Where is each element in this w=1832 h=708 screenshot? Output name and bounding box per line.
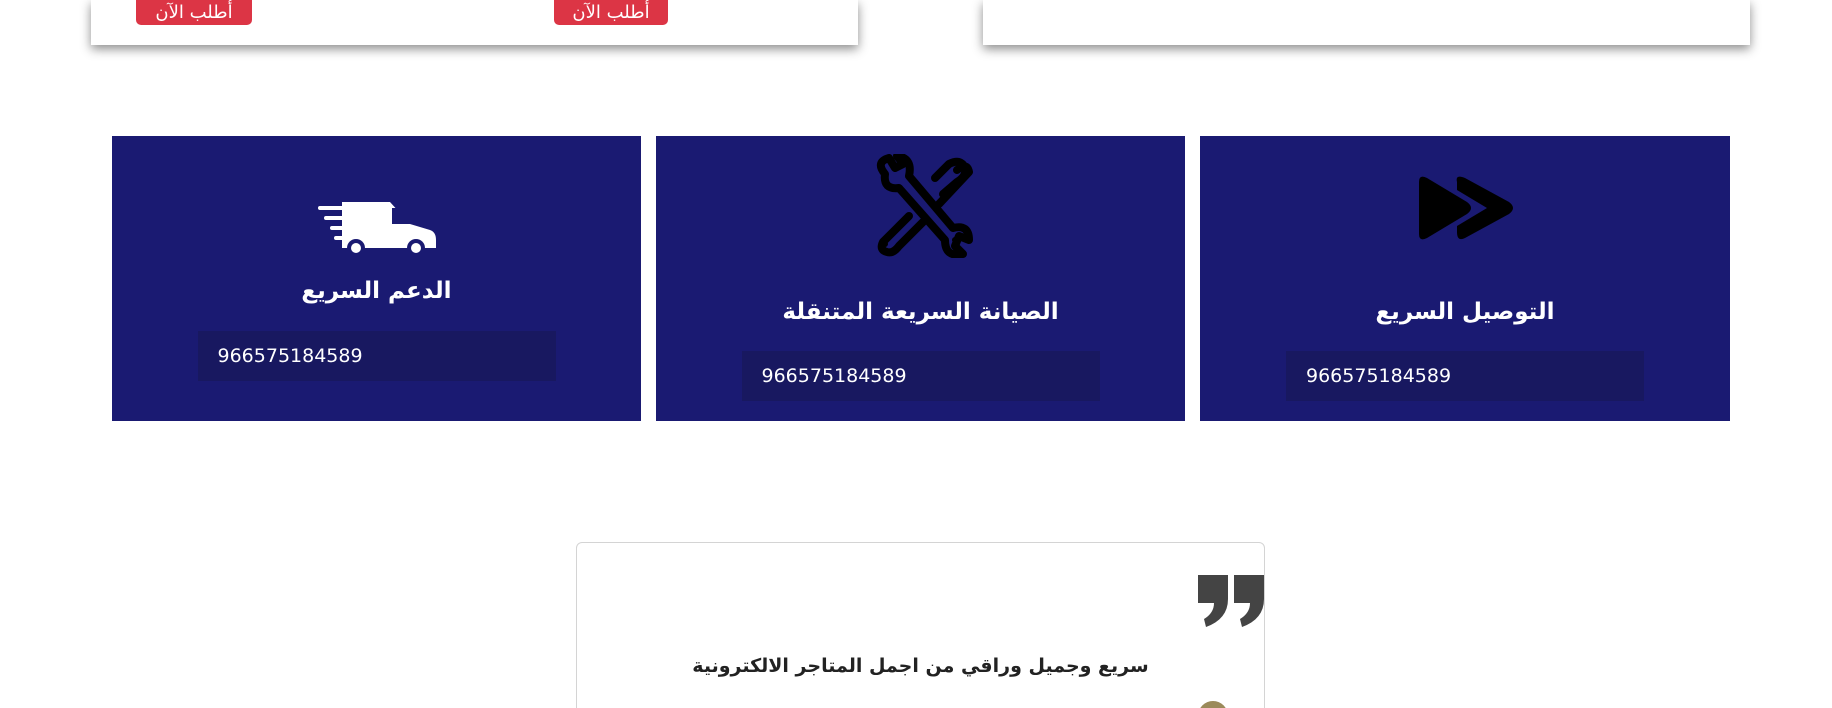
order-now-button[interactable]: أطلب الآن — [554, 0, 668, 25]
order-now-button[interactable]: أطلب الآن — [136, 0, 252, 25]
testimonial-text: سريع وجميل وراقي من اجمل المتاجر الالكتر… — [692, 655, 1149, 677]
product-card — [983, 0, 1750, 45]
service-title: الدعم السريع — [301, 278, 452, 304]
service-box-delivery: التوصيل السريع 966575184589 — [1200, 136, 1730, 421]
product-card: أطلب الآن أطلب الآن — [91, 0, 858, 45]
service-title: الصيانة السريعة المتنقلة — [782, 299, 1059, 325]
service-phone: 966575184589 — [1286, 351, 1644, 401]
service-phone: 966575184589 — [197, 331, 556, 381]
tools-icon — [876, 154, 973, 258]
avatar — [1198, 701, 1228, 708]
service-title: التوصيل السريع — [1375, 299, 1555, 325]
fast-forward-icon — [1419, 176, 1513, 240]
service-phone: 966575184589 — [741, 351, 1100, 401]
service-box-maintenance: الصيانة السريعة المتنقلة 966575184589 — [656, 136, 1185, 421]
testimonial-card: سريع وجميل وراقي من اجمل المتاجر الالكتر… — [576, 542, 1265, 708]
delivery-van-icon — [317, 202, 436, 256]
page: أطلب الآن أطلب الآن الدعم السريع 9665751… — [0, 0, 1832, 708]
service-box-support: الدعم السريع 966575184589 — [112, 136, 641, 421]
quote-icon — [1198, 575, 1264, 627]
